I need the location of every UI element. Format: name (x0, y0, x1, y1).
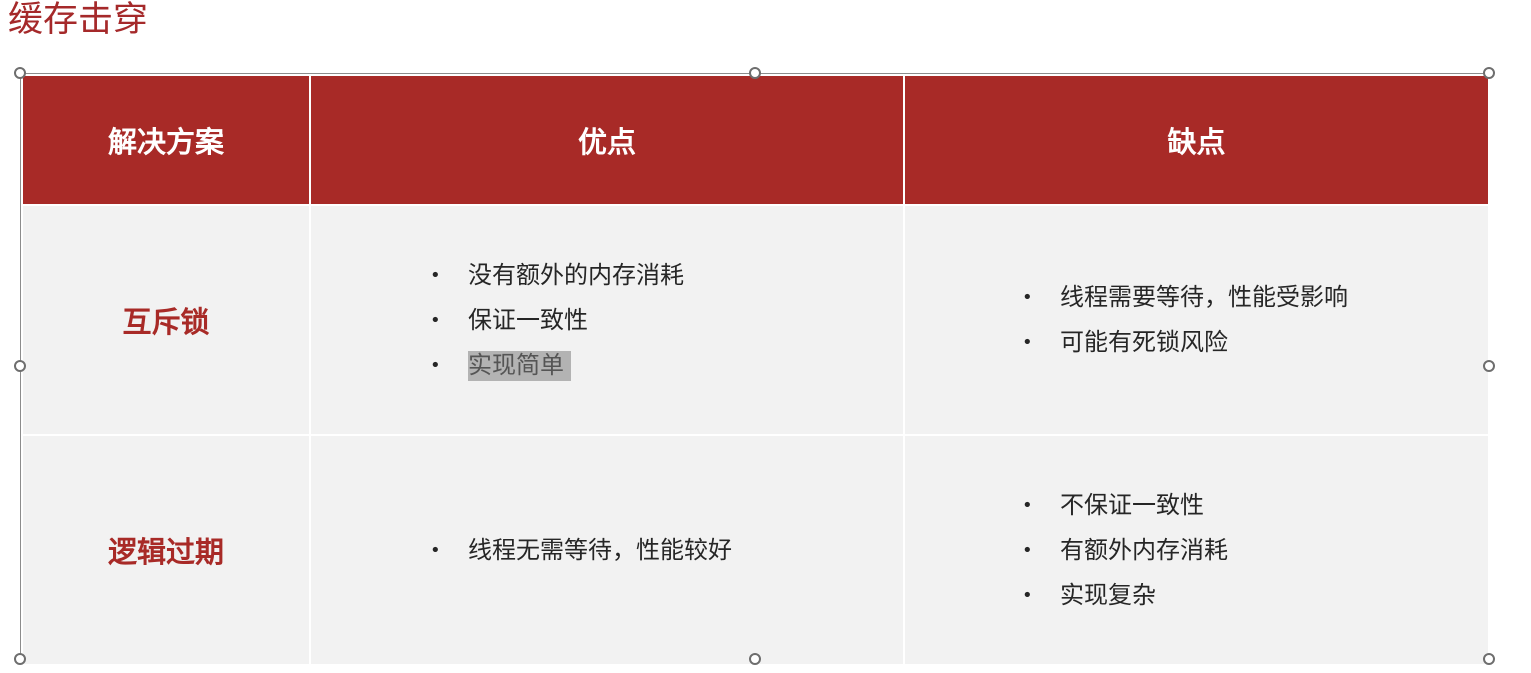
solution-name-mutex[interactable]: 互斥锁 (21, 204, 311, 436)
resize-handle-bottom-center[interactable] (749, 653, 761, 665)
pros-cell-mutex[interactable]: • 没有额外的内存消耗 • 保证一致性 • 实现简单 (309, 204, 905, 436)
bullet-icon: • (430, 309, 441, 331)
bullet-icon: • (1022, 287, 1033, 308)
list-item-text[interactable]: 可能有死锁风险 (1060, 328, 1228, 356)
list-item-text[interactable]: 没有额外的内存消耗 (468, 261, 684, 289)
resize-handle-bottom-right[interactable] (1483, 653, 1495, 665)
cons-list: • 不保证一致性 • 有额外内存消耗 • 实现复杂 (1022, 483, 1488, 618)
resize-handle-top-left[interactable] (14, 67, 26, 79)
list-item-text[interactable]: 保证一致性 (468, 306, 588, 334)
cons-list: • 线程需要等待，性能受影响 • 可能有死锁风险 (1022, 275, 1488, 365)
table-header-row: 解决方案 优点 缺点 (21, 74, 1490, 206)
selected-text-highlight[interactable]: 实现简单 (468, 350, 571, 381)
solutions-table[interactable]: 解决方案 优点 缺点 互斥锁 • 没有额外的内存消耗 • 保证一致性 • 实现简… (21, 74, 1490, 666)
header-pros[interactable]: 优点 (309, 74, 905, 206)
header-cons[interactable]: 缺点 (903, 74, 1490, 206)
bullet-icon: • (1022, 539, 1033, 561)
table-row: 逻辑过期 • 线程无需等待，性能较好 • 不保证一致性 • 有额外内存消耗 • … (21, 434, 1490, 666)
bullet-icon: • (1022, 584, 1033, 606)
resize-handle-top-right[interactable] (1483, 67, 1495, 79)
cons-cell-logical-expiry[interactable]: • 不保证一致性 • 有额外内存消耗 • 实现复杂 (903, 434, 1490, 666)
list-item: • 线程需要等待，性能受影响 (1022, 275, 1488, 320)
solution-name-logical-expiry[interactable]: 逻辑过期 (21, 434, 311, 666)
list-item: • 没有额外的内存消耗 (430, 253, 903, 298)
bullet-icon: • (430, 354, 441, 376)
pros-list: • 线程无需等待，性能较好 (430, 528, 903, 573)
list-item: • 不保证一致性 (1022, 483, 1488, 528)
list-item-text[interactable]: 有额外内存消耗 (1060, 536, 1228, 564)
list-item-text[interactable]: 线程需要等待，性能受影响 (1060, 283, 1348, 311)
pros-cell-logical-expiry[interactable]: • 线程无需等待，性能较好 (309, 434, 905, 666)
slide-canvas: 缓存击穿 解决方案 优点 缺点 互斥锁 • 没有额外的内存消耗 • 保证一致性 … (0, 0, 1531, 673)
list-item: • 有额外内存消耗 (1022, 528, 1488, 573)
list-item-text[interactable]: 线程无需等待，性能较好 (468, 536, 732, 564)
resize-handle-middle-left[interactable] (14, 360, 26, 372)
list-item: • 实现简单 (430, 343, 903, 388)
bullet-icon: • (430, 539, 441, 561)
bullet-icon: • (430, 264, 441, 286)
slide-title[interactable]: 缓存击穿 (8, 0, 148, 42)
header-solution[interactable]: 解决方案 (21, 74, 311, 206)
list-item-text[interactable]: 实现复杂 (1060, 581, 1156, 609)
resize-handle-top-center[interactable] (749, 67, 761, 79)
list-item: • 实现复杂 (1022, 573, 1488, 618)
bullet-icon: • (1022, 494, 1033, 516)
resize-handle-middle-right[interactable] (1483, 360, 1495, 372)
list-item: • 可能有死锁风险 (1022, 320, 1488, 365)
pros-list: • 没有额外的内存消耗 • 保证一致性 • 实现简单 (430, 253, 903, 388)
table-row: 互斥锁 • 没有额外的内存消耗 • 保证一致性 • 实现简单 • 线程需要等待，… (21, 204, 1490, 436)
cons-cell-mutex[interactable]: • 线程需要等待，性能受影响 • 可能有死锁风险 (903, 204, 1490, 436)
list-item: • 线程无需等待，性能较好 (430, 528, 903, 573)
resize-handle-bottom-left[interactable] (14, 653, 26, 665)
list-item: • 保证一致性 (430, 298, 903, 343)
bullet-icon: • (1022, 332, 1033, 353)
list-item-text[interactable]: 不保证一致性 (1060, 491, 1204, 519)
